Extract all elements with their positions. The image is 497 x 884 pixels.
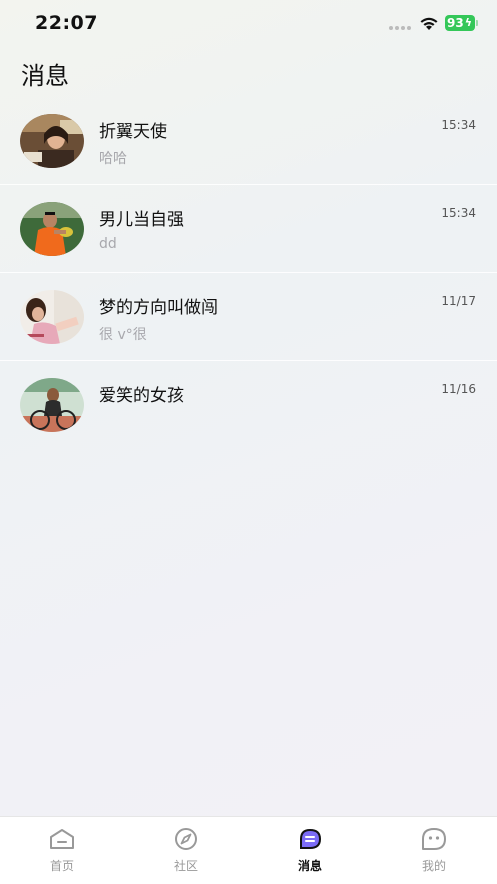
tab-label: 消息 [297, 859, 322, 873]
conversation-row[interactable]: 爱笑的女孩 11/16 [0, 361, 497, 448]
tab-messages[interactable]: 消息 [248, 817, 372, 884]
battery-level: 93 [447, 16, 464, 30]
charging-bolt-icon: ϟ [464, 16, 472, 29]
page-title: 消息 [21, 62, 69, 90]
home-icon [50, 829, 74, 849]
tab-label: 社区 [173, 859, 198, 873]
message-time: 15:34 [441, 118, 476, 132]
avatar[interactable] [20, 202, 84, 256]
tab-community[interactable]: 社区 [124, 817, 248, 884]
tab-home[interactable]: 首页 [0, 817, 124, 884]
tab-bar: 首页 社区 消息 我的 [0, 816, 497, 884]
message-preview: dd [99, 236, 117, 252]
contact-name: 爱笑的女孩 [99, 386, 184, 406]
avatar[interactable] [20, 114, 84, 168]
battery-icon: 93 ϟ [445, 15, 478, 31]
wifi-icon [420, 17, 438, 30]
message-time: 15:34 [441, 206, 476, 220]
contact-name: 男儿当自强 [99, 210, 184, 230]
status-time: 22:07 [35, 12, 98, 34]
contact-name: 折翼天使 [99, 122, 167, 142]
conversation-list: 折翼天使 哈哈 15:34 男儿当自强 dd 15:34 梦的方向叫做闯 很 v… [0, 97, 497, 448]
conversation-row[interactable]: 折翼天使 哈哈 15:34 [0, 97, 497, 185]
contact-name: 梦的方向叫做闯 [99, 298, 218, 318]
avatar[interactable] [20, 378, 84, 432]
compass-icon [175, 828, 197, 850]
conversation-row[interactable]: 梦的方向叫做闯 很 v°很 11/17 [0, 273, 497, 361]
message-preview: 很 v°很 [99, 327, 147, 343]
tab-label: 我的 [421, 859, 446, 873]
profile-face-icon [422, 828, 446, 850]
avatar[interactable] [20, 290, 84, 344]
status-bar: 22:07 93 ϟ [0, 0, 497, 48]
message-time: 11/16 [441, 382, 476, 396]
message-time: 11/17 [441, 294, 476, 308]
message-preview: 哈哈 [99, 151, 127, 167]
tab-profile[interactable]: 我的 [372, 817, 496, 884]
conversation-row[interactable]: 男儿当自强 dd 15:34 [0, 185, 497, 273]
cellular-signal-icon [389, 26, 411, 30]
tab-label: 首页 [49, 859, 74, 873]
message-icon [300, 829, 321, 849]
